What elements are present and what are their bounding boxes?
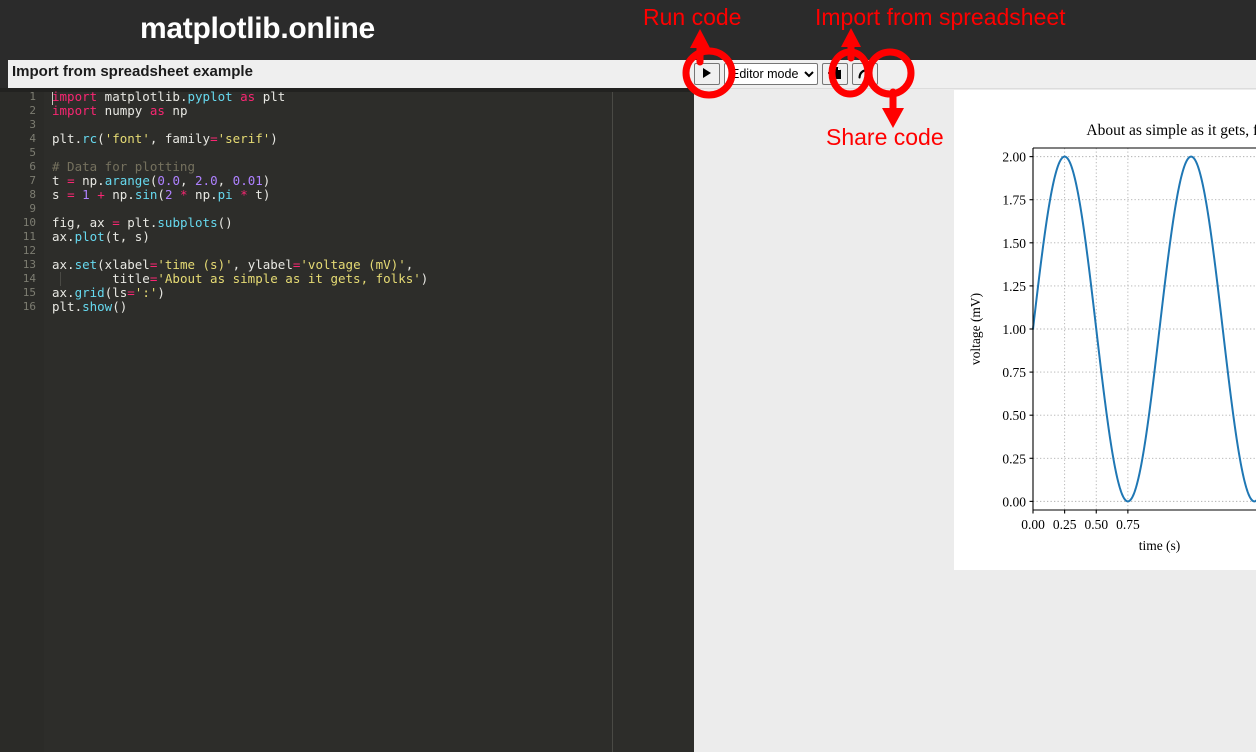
import-from-spreadsheet-button[interactable] xyxy=(822,63,848,85)
code-line: 3 xyxy=(0,118,694,132)
editor-mode-select[interactable]: Editor mode xyxy=(724,63,818,85)
code-text: import matplotlib.pyplot as plt xyxy=(36,90,285,104)
code-text: ax.grid(ls=':') xyxy=(36,286,165,300)
x-tick-label: 0.00 xyxy=(1021,517,1045,532)
indent-guide xyxy=(60,272,61,286)
brand-title: matplotlib.online xyxy=(140,12,375,46)
annotation-share-label: Share code xyxy=(826,124,944,151)
x-tick-label: 0.50 xyxy=(1084,517,1108,532)
share-code-button[interactable] xyxy=(852,63,878,85)
code-line: 4plt.rc('font', family='serif') xyxy=(0,132,694,146)
code-line: 10fig, ax = plt.subplots() xyxy=(0,216,694,230)
code-line: 7t = np.arange(0.0, 2.0, 0.01) xyxy=(0,174,694,188)
code-line: 8s = 1 + np.sin(2 * np.pi * t) xyxy=(0,188,694,202)
matplotlib-online-app: matplotlib.online Import from spreadshee… xyxy=(0,0,1256,752)
line-number: 13 xyxy=(0,258,36,272)
line-number: 14 xyxy=(0,272,36,286)
app-header: matplotlib.online xyxy=(0,0,1256,60)
y-tick-label: 1.25 xyxy=(1002,279,1026,294)
line-number: 7 xyxy=(0,174,36,188)
code-text: title='About as simple as it gets, folks… xyxy=(36,272,428,286)
line-number: 2 xyxy=(0,104,36,118)
x-tick-label: 0.25 xyxy=(1053,517,1077,532)
y-tick-label: 1.50 xyxy=(1002,236,1026,251)
y-tick-label: 2.00 xyxy=(1002,150,1026,165)
code-line: 16plt.show() xyxy=(0,300,694,314)
code-line: 15ax.grid(ls=':') xyxy=(0,286,694,300)
plot-output-panel: About as simple as it gets, folks 0.00 0.2… xyxy=(954,90,1256,570)
code-text: ax.plot(t, s) xyxy=(36,230,150,244)
y-axis-label: voltage (mV) xyxy=(968,293,983,365)
code-line: 6# Data for plotting xyxy=(0,160,694,174)
line-number: 11 xyxy=(0,230,36,244)
code-text: t = np.arange(0.0, 2.0, 0.01) xyxy=(36,174,270,188)
code-line-list: 1import matplotlib.pyplot as plt2import … xyxy=(0,90,694,314)
code-line: 2import numpy as np xyxy=(0,104,694,118)
code-line: 13ax.set(xlabel='time (s)', ylabel='volt… xyxy=(0,258,694,272)
line-number: 12 xyxy=(0,244,36,258)
line-number: 9 xyxy=(0,202,36,216)
y-tick-label: 0.00 xyxy=(1002,494,1026,509)
line-number: 3 xyxy=(0,118,36,132)
code-text: ax.set(xlabel='time (s)', ylabel='voltag… xyxy=(36,258,413,272)
play-icon xyxy=(701,67,713,82)
y-tick-label: 1.75 xyxy=(1002,193,1026,208)
code-line: 9 xyxy=(0,202,694,216)
document-title: Import from spreadsheet example xyxy=(12,63,253,80)
y-tick-label: 1.00 xyxy=(1002,322,1026,337)
share-arrow-head xyxy=(882,108,904,128)
data-line-series-s xyxy=(1033,157,1256,502)
code-line: 12 xyxy=(0,244,694,258)
code-text: fig, ax = plt.subplots() xyxy=(36,216,233,230)
y-tick-label: 0.50 xyxy=(1002,408,1026,423)
y-tick-label: 0.25 xyxy=(1002,451,1026,466)
line-number: 8 xyxy=(0,188,36,202)
share-arrow-icon xyxy=(858,66,872,83)
x-tick-label: 0.75 xyxy=(1116,517,1140,532)
code-text: s = 1 + np.sin(2 * np.pi * t) xyxy=(36,188,270,202)
code-text: import numpy as np xyxy=(36,104,187,118)
toolbar-controls: Editor mode xyxy=(694,61,878,87)
run-code-button[interactable] xyxy=(694,63,720,85)
line-number: 1 xyxy=(0,90,36,104)
code-editor[interactable]: 1import matplotlib.pyplot as plt2import … xyxy=(0,88,694,752)
chart-title: About as simple as it gets, folks xyxy=(1086,122,1256,139)
x-axis-label: time (s) xyxy=(1139,538,1181,553)
code-text: plt.rc('font', family='serif') xyxy=(36,132,278,146)
toolbar-left-accent xyxy=(0,60,8,88)
import-document-icon xyxy=(828,66,842,83)
line-number: 10 xyxy=(0,216,36,230)
line-number: 4 xyxy=(0,132,36,146)
matplotlib-figure: About as simple as it gets, folks 0.00 0.2… xyxy=(954,90,1256,570)
line-number: 6 xyxy=(0,160,36,174)
code-line: 11ax.plot(t, s) xyxy=(0,230,694,244)
code-line: 14 title='About as simple as it gets, fo… xyxy=(0,272,694,286)
code-text: plt.show() xyxy=(36,300,127,314)
code-line: 5 xyxy=(0,146,694,160)
code-line: 1import matplotlib.pyplot as plt xyxy=(0,90,694,104)
line-number: 5 xyxy=(0,146,36,160)
y-tick-label: 0.75 xyxy=(1002,365,1026,380)
line-number: 16 xyxy=(0,300,36,314)
line-number: 15 xyxy=(0,286,36,300)
text-cursor xyxy=(52,92,53,105)
code-text: # Data for plotting xyxy=(36,160,195,174)
